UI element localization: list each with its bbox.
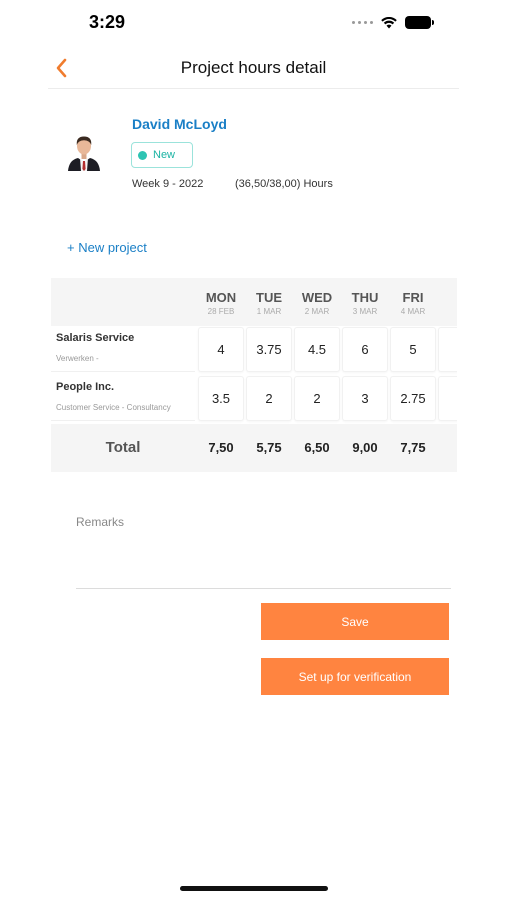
status-badge-label: New (153, 149, 176, 161)
hours-cell[interactable]: 3 (342, 376, 388, 421)
hours-cell[interactable]: 6 (342, 327, 388, 372)
day-date: 4 MAR (400, 307, 426, 316)
day-name: TUE (256, 290, 282, 305)
day-header: FRI 4 MAR (389, 278, 437, 326)
hours-cell[interactable]: 4.5 (294, 327, 340, 372)
total-cell: 7,75 (400, 440, 426, 455)
day-header: TUE 1 MAR (245, 278, 293, 326)
status-time: 3:29 (89, 12, 126, 32)
total-label: Total (105, 439, 141, 456)
avatar (68, 136, 100, 171)
day-header: WED 2 MAR (293, 278, 341, 326)
hours-cell[interactable]: 3.5 (198, 376, 244, 421)
hours-summary: (36,50/38,00) Hours (235, 178, 333, 190)
project-subtitle: Customer Service - Consultancy (56, 403, 171, 412)
hours-cell[interactable]: 4 (198, 327, 244, 372)
page-title: Project hours detail (180, 58, 327, 77)
cellular-signal-icon (352, 21, 373, 24)
save-button[interactable]: Save (261, 603, 449, 640)
total-cell: 7,50 (208, 440, 234, 455)
status-bar: 3:29 (0, 0, 507, 48)
hours-cell[interactable]: 2 (246, 376, 292, 421)
day-date: 3 MAR (352, 307, 378, 316)
status-icons (352, 16, 434, 29)
day-date: 1 MAR (256, 307, 282, 316)
battery-icon (405, 16, 434, 29)
day-header: S 5 (437, 278, 458, 326)
day-name: MON (205, 290, 237, 305)
day-name: FRI (402, 290, 424, 305)
project-label[interactable]: People Inc. Customer Service - Consultan… (51, 375, 195, 421)
hours-cell[interactable]: 3.75 (246, 327, 292, 372)
week-label: Week 9 - 2022 (132, 178, 204, 190)
total-cell: 6,50 (304, 440, 330, 455)
table-row: People Inc. Customer Service - Consultan… (51, 375, 457, 423)
day-name: S (437, 290, 458, 305)
day-date: 2 MAR (304, 307, 330, 316)
hours-table: MON 28 FEB TUE 1 MAR WED 2 MAR THU 3 MAR… (51, 278, 457, 472)
wifi-icon (381, 16, 397, 28)
hours-cell[interactable]: 2.75 (390, 376, 436, 421)
project-subtitle: Verwerken - (56, 354, 99, 363)
day-name: THU (351, 290, 379, 305)
remarks-label: Remarks (76, 515, 125, 529)
hours-cell[interactable] (438, 376, 457, 421)
user-name: David McLoyd (132, 116, 227, 132)
status-dot-icon (138, 150, 147, 160)
status-badge: New (131, 142, 193, 168)
project-name: Salaris Service (56, 332, 135, 344)
day-date: 5 (437, 307, 457, 316)
day-name: WED (301, 290, 333, 305)
day-header: MON 28 FEB (197, 278, 245, 326)
table-row: Salaris Service Verwerken - 4 3.75 4.5 6… (51, 326, 457, 374)
nav-bar: Project hours detail (48, 48, 459, 89)
remarks-input[interactable] (76, 535, 451, 589)
total-cell: 0 (437, 424, 457, 472)
hours-cell[interactable]: 2 (294, 376, 340, 421)
home-indicator[interactable] (180, 886, 328, 891)
total-cell: 5,75 (256, 440, 282, 455)
table-header: MON 28 FEB TUE 1 MAR WED 2 MAR THU 3 MAR… (51, 278, 457, 326)
total-cell: 9,00 (352, 440, 378, 455)
day-header: THU 3 MAR (341, 278, 389, 326)
total-row: Total 7,50 5,75 6,50 9,00 7,75 0 (51, 424, 457, 472)
project-label[interactable]: Salaris Service Verwerken - (51, 326, 195, 372)
project-name: People Inc. (56, 381, 115, 393)
day-date: 28 FEB (207, 307, 235, 316)
new-project-link[interactable]: + New project (67, 240, 147, 255)
hours-cell[interactable] (438, 327, 457, 372)
hours-cell[interactable]: 5 (390, 327, 436, 372)
verification-button[interactable]: Set up for verification (261, 658, 449, 695)
